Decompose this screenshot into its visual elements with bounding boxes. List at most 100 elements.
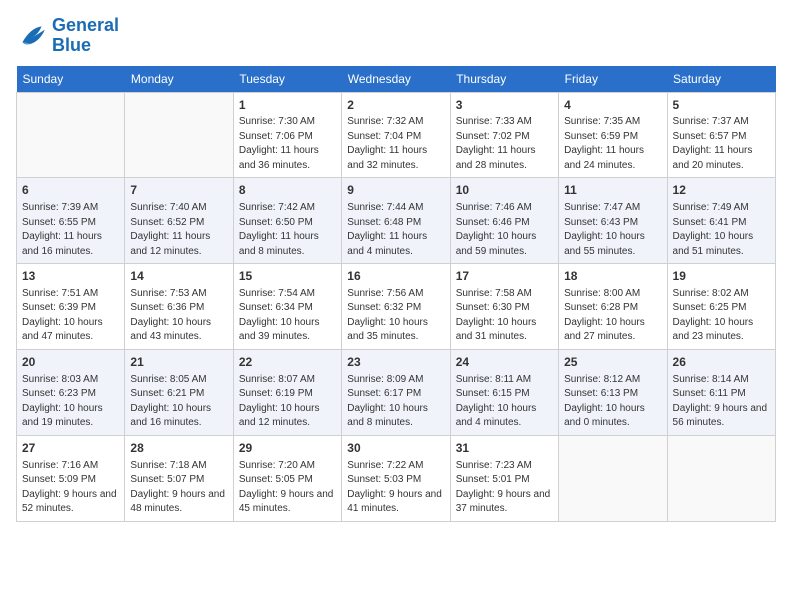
day-number: 31	[456, 440, 553, 457]
day-detail: Sunrise: 7:32 AM Sunset: 7:04 PM Dayligh…	[347, 115, 444, 173]
day-number: 23	[347, 354, 444, 371]
day-detail: Sunrise: 7:23 AM Sunset: 5:01 PM Dayligh…	[456, 459, 553, 517]
day-number: 18	[564, 268, 661, 285]
day-number: 29	[239, 440, 336, 457]
day-detail: Sunrise: 8:12 AM Sunset: 6:13 PM Dayligh…	[564, 373, 661, 431]
day-number: 17	[456, 268, 553, 285]
calendar-cell	[559, 435, 667, 521]
calendar-cell: 24Sunrise: 8:11 AM Sunset: 6:15 PM Dayli…	[450, 349, 558, 435]
calendar-cell: 30Sunrise: 7:22 AM Sunset: 5:03 PM Dayli…	[342, 435, 450, 521]
weekday-header-saturday: Saturday	[667, 66, 775, 93]
calendar-cell: 23 Sunrise: 8:09 AM Sunset: 6:17 PM Dayli…	[342, 349, 450, 435]
day-number: 1	[239, 97, 336, 114]
day-number: 22	[239, 354, 336, 371]
calendar-cell	[125, 92, 233, 178]
day-number: 5	[673, 97, 770, 114]
day-number: 7	[130, 182, 227, 199]
calendar-cell: 26Sunrise: 8:14 AM Sunset: 6:11 PM Dayli…	[667, 349, 775, 435]
logo-text: General Blue	[52, 16, 119, 56]
weekday-header-thursday: Thursday	[450, 66, 558, 93]
day-detail: Sunrise: 8:00 AM Sunset: 6:28 PM Dayligh…	[564, 287, 661, 345]
calendar-cell: 3Sunrise: 7:33 AM Sunset: 7:02 PM Daylig…	[450, 92, 558, 178]
calendar-cell: 11Sunrise: 7:47 AM Sunset: 6:43 PM Dayli…	[559, 178, 667, 264]
day-number: 8	[239, 182, 336, 199]
day-number: 20	[22, 354, 119, 371]
weekday-header-sunday: Sunday	[17, 66, 125, 93]
day-detail: Sunrise: 7:30 AM Sunset: 7:06 PM Dayligh…	[239, 115, 336, 173]
day-detail: Sunrise: 8:09 AM Sunset: 6:17 PM Dayligh…	[347, 373, 444, 431]
day-number: 15	[239, 268, 336, 285]
day-number: 3	[456, 97, 553, 114]
calendar-cell: 22 Sunrise: 8:07 AM Sunset: 6:19 PM Dayli…	[233, 349, 341, 435]
calendar-cell: 10 Sunrise: 7:46 AM Sunset: 6:46 PM Dayli…	[450, 178, 558, 264]
day-detail: Sunrise: 7:44 AM Sunset: 6:48 PM Dayligh…	[347, 201, 444, 259]
page-header: General Blue	[16, 16, 776, 56]
day-detail: Sunrise: 7:33 AM Sunset: 7:02 PM Dayligh…	[456, 115, 553, 173]
calendar-cell: 12Sunrise: 7:49 AM Sunset: 6:41 PM Dayli…	[667, 178, 775, 264]
calendar-cell: 7 Sunrise: 7:40 AM Sunset: 6:52 PM Daylig…	[125, 178, 233, 264]
week-row-4: 20 Sunrise: 8:03 AM Sunset: 6:23 PM Dayli…	[17, 349, 776, 435]
weekday-header-wednesday: Wednesday	[342, 66, 450, 93]
day-number: 9	[347, 182, 444, 199]
day-number: 13	[22, 268, 119, 285]
calendar-cell: 2Sunrise: 7:32 AM Sunset: 7:04 PM Daylig…	[342, 92, 450, 178]
day-number: 12	[673, 182, 770, 199]
calendar-cell: 1Sunrise: 7:30 AM Sunset: 7:06 PM Daylig…	[233, 92, 341, 178]
day-number: 26	[673, 354, 770, 371]
calendar-cell: 16Sunrise: 7:56 AM Sunset: 6:32 PM Dayli…	[342, 264, 450, 350]
day-detail: Sunrise: 7:47 AM Sunset: 6:43 PM Dayligh…	[564, 201, 661, 259]
week-row-1: 1Sunrise: 7:30 AM Sunset: 7:06 PM Daylig…	[17, 92, 776, 178]
day-number: 4	[564, 97, 661, 114]
calendar-cell: 5Sunrise: 7:37 AM Sunset: 6:57 PM Daylig…	[667, 92, 775, 178]
calendar-cell: 18 Sunrise: 8:00 AM Sunset: 6:28 PM Dayli…	[559, 264, 667, 350]
day-detail: Sunrise: 7:16 AM Sunset: 5:09 PM Dayligh…	[22, 459, 119, 517]
day-number: 6	[22, 182, 119, 199]
day-detail: Sunrise: 8:03 AM Sunset: 6:23 PM Dayligh…	[22, 373, 119, 431]
day-detail: Sunrise: 8:07 AM Sunset: 6:19 PM Dayligh…	[239, 373, 336, 431]
day-detail: Sunrise: 7:42 AM Sunset: 6:50 PM Dayligh…	[239, 201, 336, 259]
day-number: 2	[347, 97, 444, 114]
day-detail: Sunrise: 7:40 AM Sunset: 6:52 PM Dayligh…	[130, 201, 227, 259]
day-detail: Sunrise: 7:20 AM Sunset: 5:05 PM Dayligh…	[239, 459, 336, 517]
calendar-cell	[667, 435, 775, 521]
day-detail: Sunrise: 7:58 AM Sunset: 6:30 PM Dayligh…	[456, 287, 553, 345]
day-detail: Sunrise: 8:05 AM Sunset: 6:21 PM Dayligh…	[130, 373, 227, 431]
weekday-header-monday: Monday	[125, 66, 233, 93]
day-number: 27	[22, 440, 119, 457]
calendar-table: SundayMondayTuesdayWednesdayThursdayFrid…	[16, 66, 776, 522]
calendar-cell: 8 Sunrise: 7:42 AM Sunset: 6:50 PM Daylig…	[233, 178, 341, 264]
calendar-cell: 29 Sunrise: 7:20 AM Sunset: 5:05 PM Dayli…	[233, 435, 341, 521]
weekday-header-friday: Friday	[559, 66, 667, 93]
day-detail: Sunrise: 8:02 AM Sunset: 6:25 PM Dayligh…	[673, 287, 770, 345]
day-number: 16	[347, 268, 444, 285]
day-number: 14	[130, 268, 227, 285]
day-detail: Sunrise: 7:53 AM Sunset: 6:36 PM Dayligh…	[130, 287, 227, 345]
weekday-header-tuesday: Tuesday	[233, 66, 341, 93]
day-number: 21	[130, 354, 227, 371]
day-detail: Sunrise: 7:39 AM Sunset: 6:55 PM Dayligh…	[22, 201, 119, 259]
day-detail: Sunrise: 7:51 AM Sunset: 6:39 PM Dayligh…	[22, 287, 119, 345]
calendar-cell: 13 Sunrise: 7:51 AM Sunset: 6:39 PM Dayli…	[17, 264, 125, 350]
day-detail: Sunrise: 7:46 AM Sunset: 6:46 PM Dayligh…	[456, 201, 553, 259]
calendar-cell: 17 Sunrise: 7:58 AM Sunset: 6:30 PM Dayli…	[450, 264, 558, 350]
week-row-3: 13 Sunrise: 7:51 AM Sunset: 6:39 PM Dayli…	[17, 264, 776, 350]
logo-icon	[16, 20, 48, 52]
day-detail: Sunrise: 7:22 AM Sunset: 5:03 PM Dayligh…	[347, 459, 444, 517]
day-number: 24	[456, 354, 553, 371]
calendar-cell	[17, 92, 125, 178]
day-detail: Sunrise: 7:54 AM Sunset: 6:34 PM Dayligh…	[239, 287, 336, 345]
calendar-cell: 14 Sunrise: 7:53 AM Sunset: 6:36 PM Dayli…	[125, 264, 233, 350]
day-number: 28	[130, 440, 227, 457]
day-number: 10	[456, 182, 553, 199]
calendar-cell: 20 Sunrise: 8:03 AM Sunset: 6:23 PM Dayli…	[17, 349, 125, 435]
calendar-cell: 9 Sunrise: 7:44 AM Sunset: 6:48 PM Daylig…	[342, 178, 450, 264]
calendar-cell: 27 Sunrise: 7:16 AM Sunset: 5:09 PM Dayli…	[17, 435, 125, 521]
week-row-2: 6 Sunrise: 7:39 AM Sunset: 6:55 PM Daylig…	[17, 178, 776, 264]
calendar-cell: 28 Sunrise: 7:18 AM Sunset: 5:07 PM Dayli…	[125, 435, 233, 521]
calendar-cell: 25Sunrise: 8:12 AM Sunset: 6:13 PM Dayli…	[559, 349, 667, 435]
calendar-cell: 31 Sunrise: 7:23 AM Sunset: 5:01 PM Dayli…	[450, 435, 558, 521]
day-detail: Sunrise: 7:35 AM Sunset: 6:59 PM Dayligh…	[564, 115, 661, 173]
day-detail: Sunrise: 7:18 AM Sunset: 5:07 PM Dayligh…	[130, 459, 227, 517]
calendar-cell: 6 Sunrise: 7:39 AM Sunset: 6:55 PM Daylig…	[17, 178, 125, 264]
calendar-cell: 19Sunrise: 8:02 AM Sunset: 6:25 PM Dayli…	[667, 264, 775, 350]
